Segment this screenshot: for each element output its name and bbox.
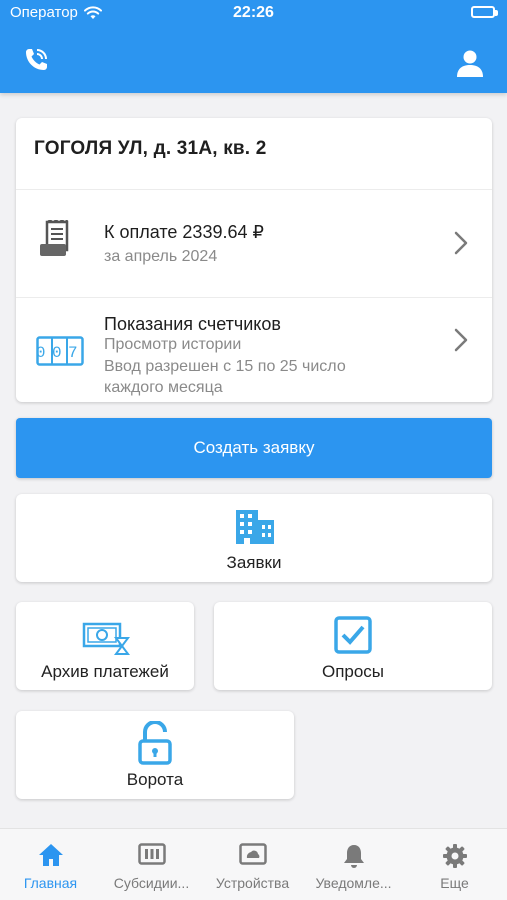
counter-digits: 007	[36, 344, 84, 362]
gates-tile[interactable]: Ворота	[16, 711, 294, 799]
bell-icon	[343, 845, 364, 868]
polls-tile[interactable]: Опросы	[214, 602, 492, 690]
nav-subsidies[interactable]: Субсидии...	[101, 829, 202, 900]
meter-counter-icon: 007	[36, 336, 84, 366]
building-icon	[236, 510, 274, 544]
address-card: ГОГОЛЯ УЛ, д. 31А, кв. 2 К оплате 2339.6…	[16, 118, 492, 402]
meters-note: Ввод разрешен с 15 по 25 число каждого м…	[104, 358, 346, 396]
nav-home-label: Главная	[23, 875, 78, 891]
create-request-button[interactable]: Создать заявку	[16, 418, 492, 478]
status-time: 22:26	[233, 4, 274, 21]
nav-devices[interactable]: Устройства	[202, 829, 303, 900]
nav-subsidies-label: Субсидии...	[113, 875, 190, 891]
meters-title: Показания счетчиков	[104, 314, 281, 334]
devices-icon	[238, 843, 267, 865]
chevron-right-icon	[454, 328, 468, 352]
nav-home[interactable]: Главная	[0, 829, 101, 900]
nav-more-label: Еще	[440, 875, 469, 891]
home-icon	[38, 844, 63, 866]
payment-amount: К оплате 2339.64 ₽	[104, 222, 264, 242]
requests-label: Заявки	[226, 553, 282, 572]
profile-icon[interactable]	[455, 48, 485, 78]
unlock-icon	[138, 721, 172, 765]
gates-label: Ворота	[126, 770, 184, 789]
phone-call-icon[interactable]	[22, 46, 50, 74]
subsidy-icon	[137, 843, 166, 865]
nav-devices-label: Устройства	[215, 875, 290, 891]
money-archive-icon	[82, 622, 130, 655]
payments-archive-tile[interactable]: Архив платежей	[16, 602, 194, 690]
payments-archive-label: Архив платежей	[41, 662, 169, 681]
gear-icon	[442, 844, 467, 868]
battery-icon	[471, 6, 498, 18]
payment-row[interactable]: К оплате 2339.64 ₽ за апрель 2024	[16, 190, 492, 297]
app-header: Оператор 22:26	[0, 0, 507, 93]
bottom-navigation: Главная Субсидии... Устройства Уведомле.…	[0, 828, 507, 900]
nav-more[interactable]: Еще	[404, 829, 505, 900]
checkbox-icon	[334, 616, 372, 654]
payment-period: за апрель 2024	[104, 248, 218, 265]
address-title: ГОГОЛЯ УЛ, д. 31А, кв. 2	[34, 138, 267, 159]
meters-row[interactable]: 007 Показания счетчиков Просмотр истории…	[16, 298, 492, 402]
chevron-right-icon	[454, 231, 468, 255]
receipt-icon	[40, 220, 69, 256]
polls-label: Опросы	[321, 662, 385, 681]
nav-notifications-label: Уведомле...	[315, 875, 392, 891]
meters-history: Просмотр истории	[104, 336, 242, 353]
nav-notifications[interactable]: Уведомле...	[303, 829, 404, 900]
requests-tile[interactable]: Заявки	[16, 494, 492, 582]
